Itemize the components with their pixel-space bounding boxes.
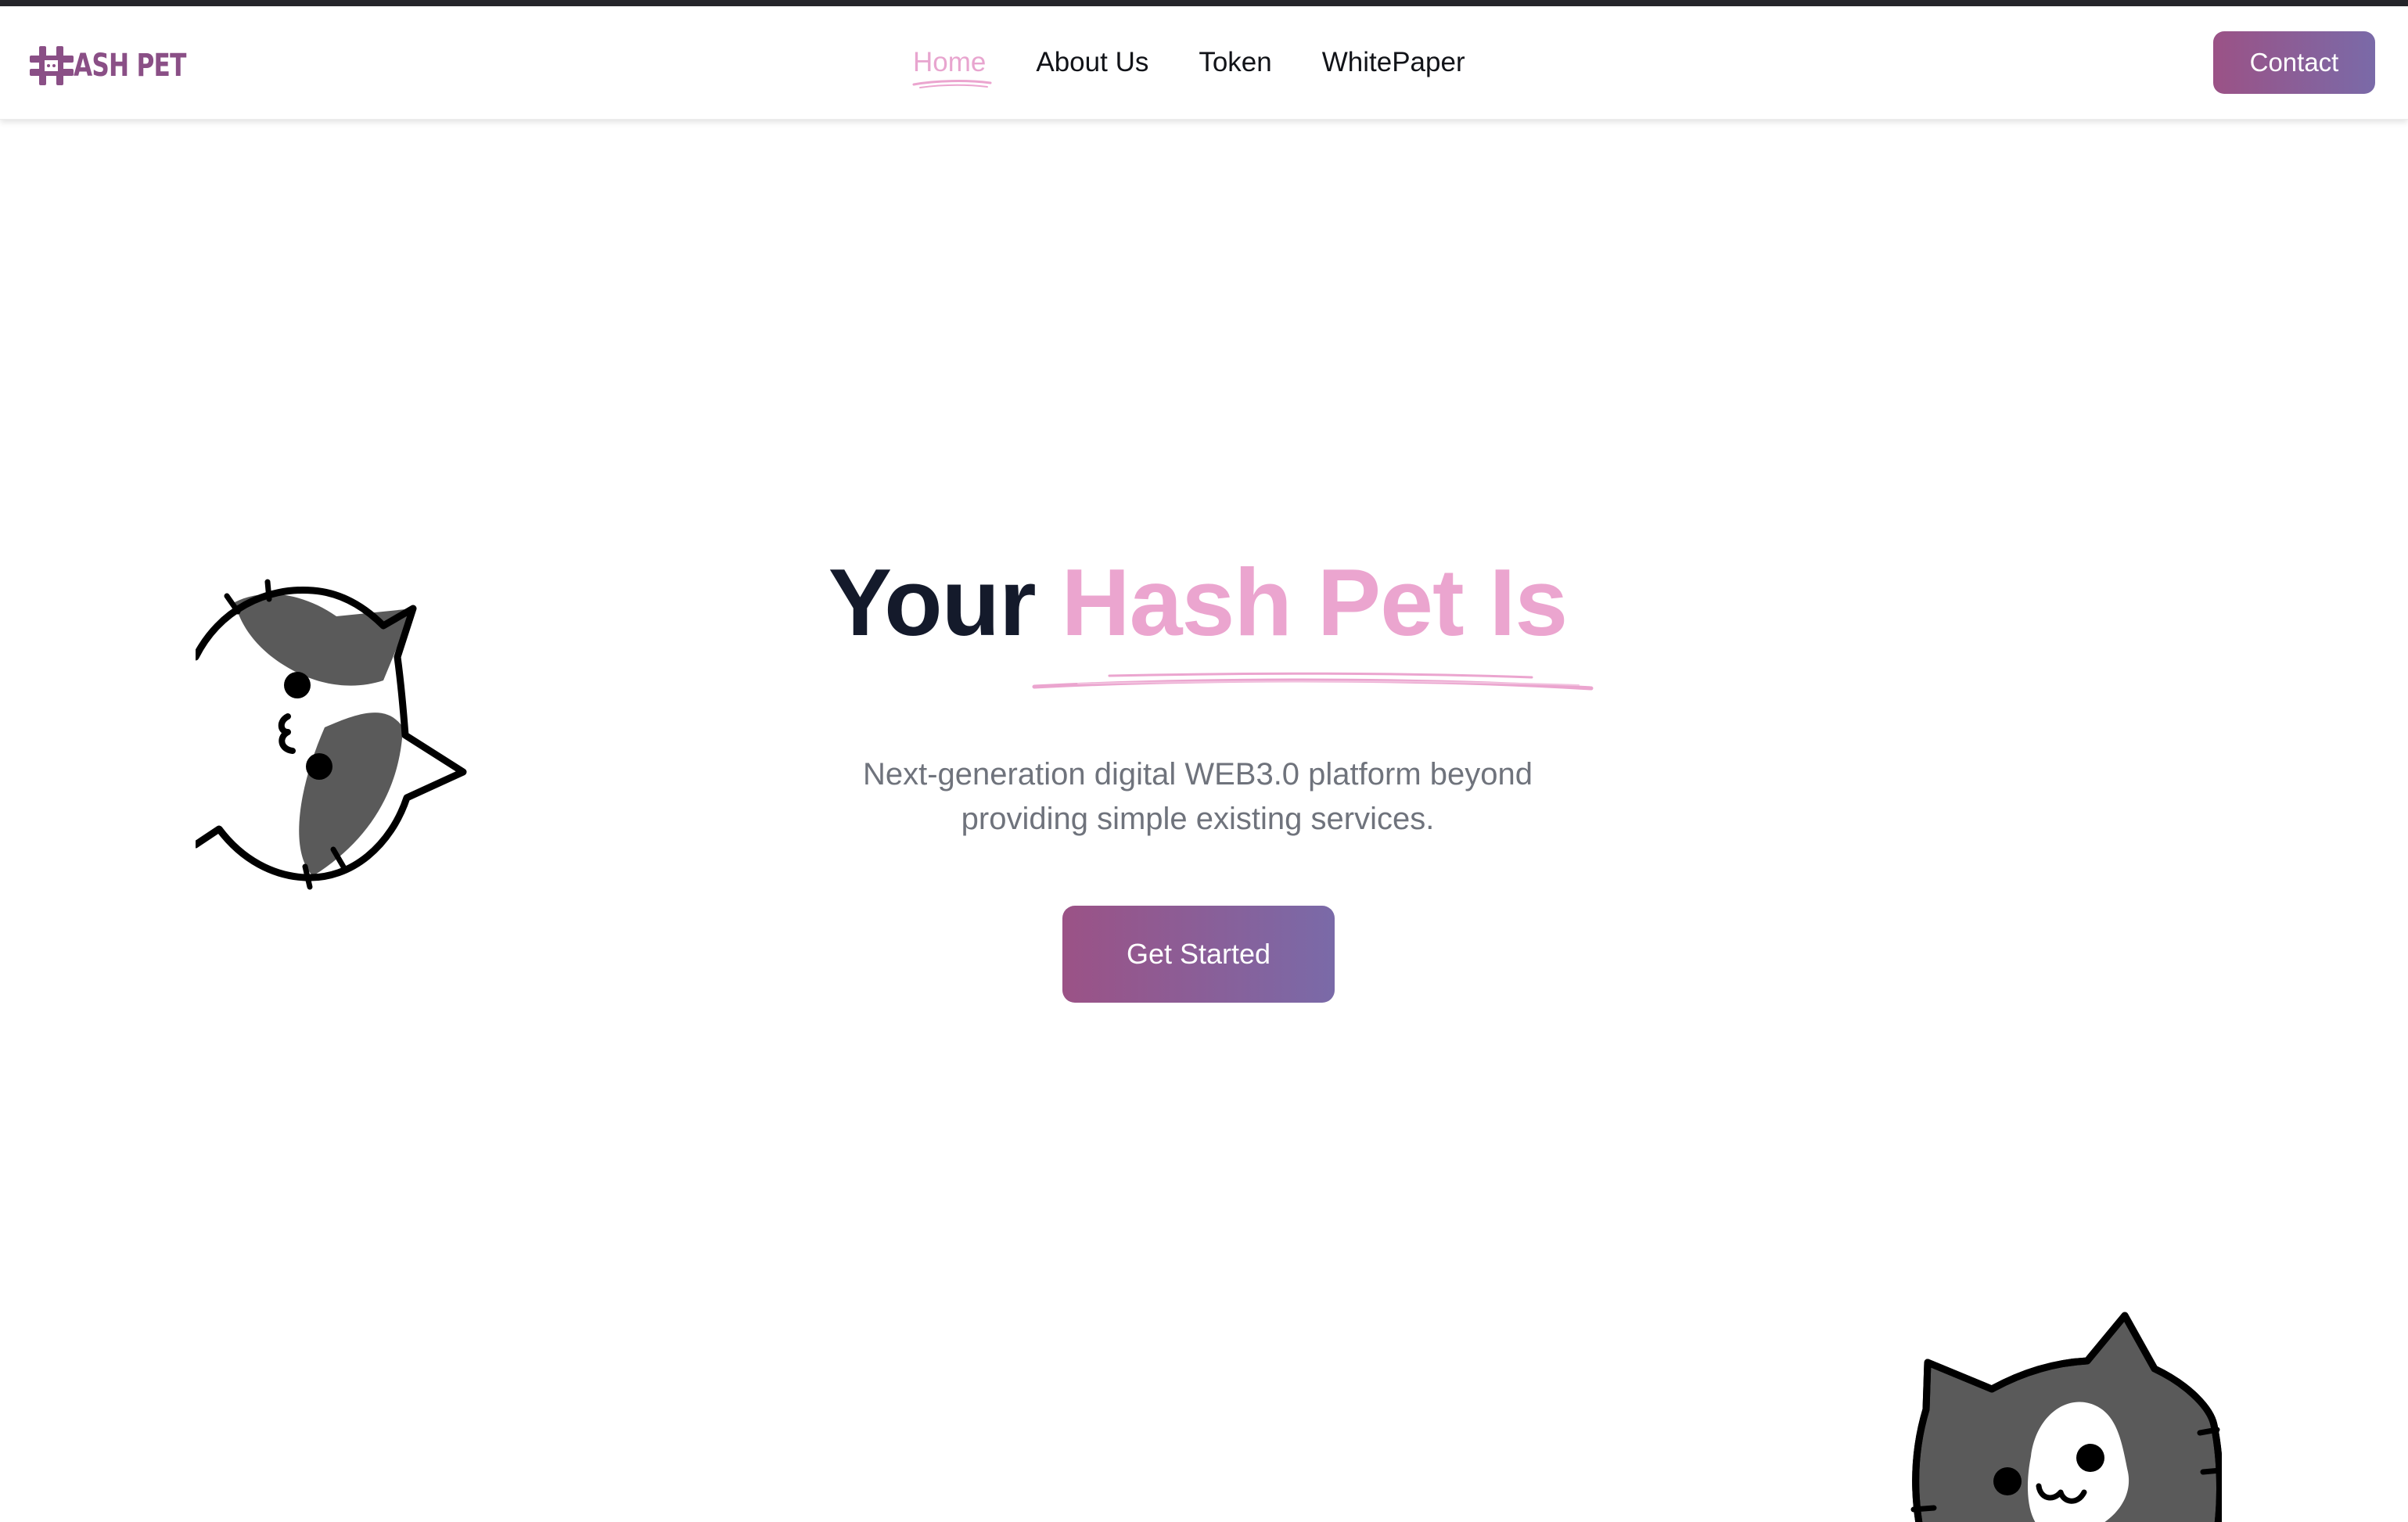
navbar: ASH PET Home About Us Token WhitePaper C… (0, 6, 2408, 120)
top-dark-strip (0, 0, 2408, 6)
cat-head-rotated-icon (196, 579, 467, 890)
title-underline-scribble (1032, 672, 1594, 691)
hash-logo-icon (30, 46, 74, 85)
get-started-button[interactable]: Get Started (1062, 906, 1335, 1003)
nav-home[interactable]: Home (913, 47, 986, 78)
brand-logo[interactable]: ASH PET (28, 41, 217, 91)
nav-active-underline (912, 80, 992, 88)
nav-whitepaper[interactable]: WhitePaper (1322, 47, 1465, 78)
nav-token[interactable]: Token (1199, 47, 1271, 78)
nav-about-us[interactable]: About Us (1036, 47, 1148, 78)
logo-text: ASH PET (74, 48, 186, 84)
main-nav: Home About Us Token WhitePaper (913, 47, 1515, 78)
cat-head-peeking-icon (1910, 1312, 2222, 1522)
hero-title-accent: Hash Pet Is (1061, 549, 1569, 655)
contact-button[interactable]: Contact (2213, 31, 2375, 94)
hero-subtitle-line-1: Next-generation digital WEB3.0 platform … (862, 757, 1533, 792)
hero-title-dark: Your (828, 549, 1037, 655)
hero-subtitle-line-2: providing simple existing services. (961, 802, 1435, 836)
